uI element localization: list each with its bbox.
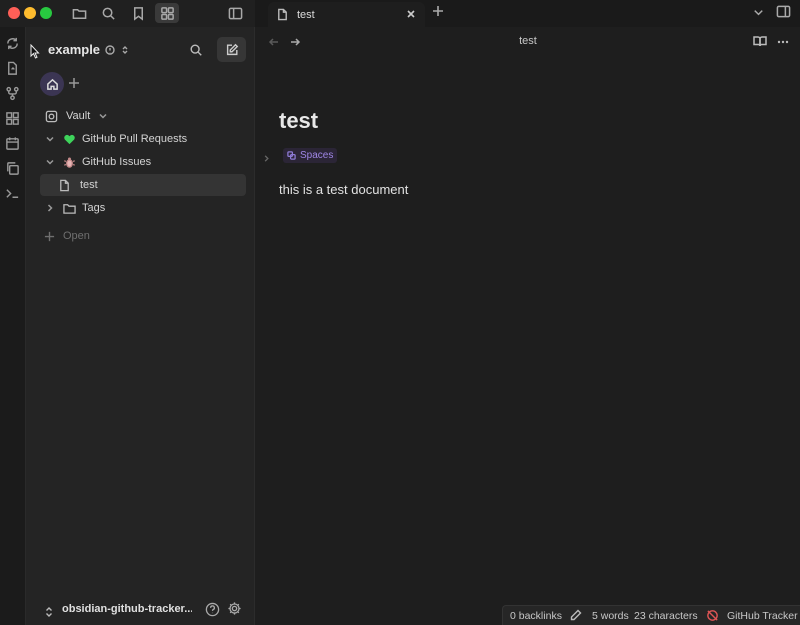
folder-icon <box>63 202 76 215</box>
vault-switcher[interactable]: example <box>48 42 130 57</box>
github-tracker-status[interactable]: GitHub Tracker <box>727 610 798 622</box>
chevron-right-icon <box>45 203 55 213</box>
tree-item-label: Tags <box>82 202 106 214</box>
property-tag-label: Spaces <box>300 150 334 161</box>
plus-icon[interactable] <box>431 4 449 22</box>
title-bar: test <box>0 0 800 27</box>
plus-icon[interactable] <box>67 76 81 90</box>
bug-emoji <box>63 156 76 169</box>
new-note-button[interactable] <box>217 37 246 62</box>
right-sidebar-toggle-icon[interactable] <box>776 4 794 22</box>
document-body[interactable]: this is a test document <box>279 182 408 197</box>
tree-item-label: GitHub Pull Requests <box>82 133 188 145</box>
dashboard-icon[interactable] <box>5 111 21 127</box>
copy-icon[interactable] <box>5 161 21 177</box>
sidebar-footer: obsidian-github-tracker... <box>26 597 255 625</box>
tree-item-label: Vault <box>66 110 91 122</box>
folder-icon[interactable] <box>68 3 90 23</box>
open-button[interactable]: Open <box>44 230 90 242</box>
tree-item-label: GitHub Issues <box>82 156 152 168</box>
terminal-icon[interactable] <box>5 186 21 202</box>
home-button[interactable] <box>40 72 64 96</box>
word-count: 5 words <box>592 610 629 622</box>
file-sync-icon[interactable] <box>5 61 21 77</box>
grid-icon[interactable] <box>155 3 179 23</box>
github-tracker-icon[interactable] <box>706 609 720 623</box>
left-sidebar: example Vault GitHub Pull Requests GitHu… <box>26 27 255 625</box>
view-header-title[interactable]: test <box>256 35 800 47</box>
tree-item-tags[interactable]: Tags <box>40 197 246 219</box>
chevron-up-down-icon <box>120 45 130 55</box>
gear-icon[interactable] <box>227 601 243 617</box>
property-tag[interactable]: Spaces <box>283 148 338 163</box>
chevron-up-down-icon[interactable] <box>44 605 54 617</box>
maximize-window-button[interactable] <box>40 7 52 19</box>
link-icon <box>287 151 296 160</box>
backlinks-count[interactable]: 0 backlinks <box>510 610 562 622</box>
tree-item-test[interactable]: test <box>40 174 246 196</box>
tree-item-github-issues[interactable]: GitHub Issues <box>40 151 246 173</box>
close-window-button[interactable] <box>8 7 20 19</box>
status-bar: 0 backlinks 5 words 23 characters GitHub… <box>502 605 800 625</box>
obsidian-window: test example Vault GitHub Pull Requests … <box>0 0 800 625</box>
sidebar-toggle-icon[interactable] <box>224 3 246 23</box>
git-fork-icon[interactable] <box>5 86 21 102</box>
book-open-icon[interactable] <box>753 34 769 50</box>
home-icon <box>46 78 58 90</box>
info-icon <box>105 44 115 55</box>
chevron-down-icon <box>45 134 55 144</box>
sync-icon[interactable] <box>5 36 21 52</box>
file-icon <box>276 8 289 21</box>
pencil-icon[interactable] <box>570 609 583 622</box>
open-label: Open <box>63 230 90 242</box>
minimize-window-button[interactable] <box>24 7 36 19</box>
chevron-down-icon[interactable] <box>751 5 767 21</box>
edit-icon <box>226 43 238 55</box>
chevron-down-icon <box>45 157 55 167</box>
chevron-down-icon <box>98 111 108 121</box>
more-options-icon[interactable] <box>775 34 791 50</box>
file-icon <box>58 179 71 192</box>
tree-item-github-pull-requests[interactable]: GitHub Pull Requests <box>40 128 246 150</box>
green-heart-emoji <box>63 133 76 146</box>
vault-switcher-name[interactable]: obsidian-github-tracker... <box>62 603 192 615</box>
mouse-cursor-icon <box>30 44 40 59</box>
bookmark-icon[interactable] <box>127 3 149 23</box>
editor-pane: test test Spaces this is a test document <box>256 27 800 625</box>
tab-test[interactable]: test <box>268 2 425 27</box>
tree-item-vault[interactable]: Vault <box>40 105 246 127</box>
calendar-icon[interactable] <box>5 136 21 152</box>
close-icon[interactable] <box>404 7 418 21</box>
vault-icon <box>45 110 58 123</box>
vault-name: example <box>48 42 101 57</box>
ribbon <box>0 27 26 625</box>
plus-icon <box>44 231 55 241</box>
tab-label: test <box>297 8 315 21</box>
search-icon[interactable] <box>97 3 119 23</box>
search-icon[interactable] <box>186 40 206 60</box>
help-icon[interactable] <box>205 602 220 617</box>
document-title[interactable]: test <box>279 108 318 134</box>
tree-item-label: test <box>80 179 98 191</box>
character-count: 23 characters <box>634 610 698 622</box>
chevron-right-icon[interactable] <box>262 150 272 162</box>
